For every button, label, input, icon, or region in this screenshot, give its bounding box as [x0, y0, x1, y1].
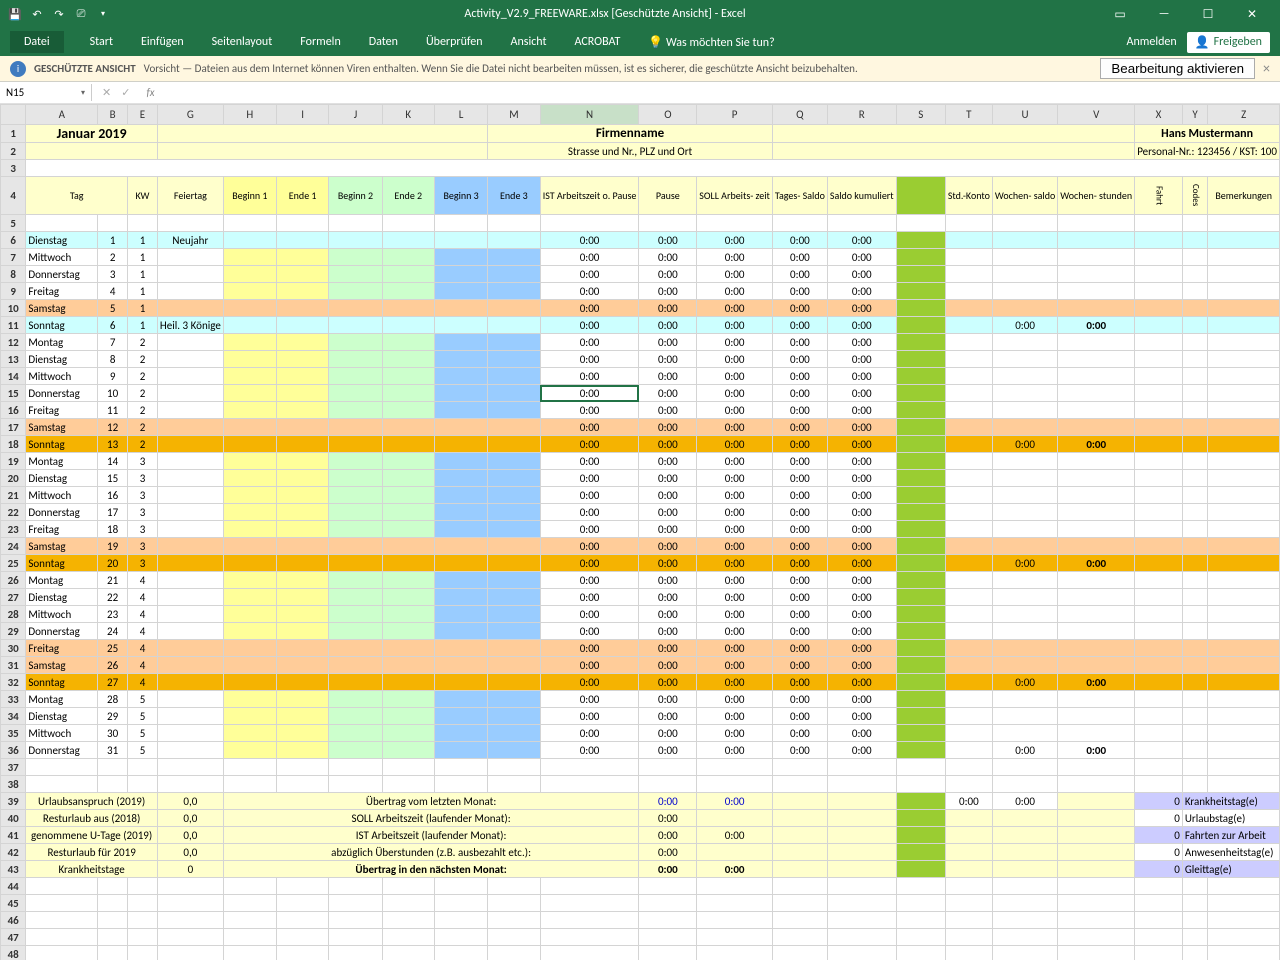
- tell-me[interactable]: 💡 Was möchten Sie tun?: [646, 31, 776, 54]
- person-icon: 👤: [1195, 35, 1210, 50]
- minimize-button[interactable]: —: [1144, 0, 1184, 28]
- chevron-down-icon[interactable]: ▾: [81, 88, 85, 98]
- tab-pagelayout[interactable]: Seitenlayout: [210, 31, 275, 53]
- title-bar: 💾 ↶ ↷ ⎚ ▾ Activity_V2.9_FREEWARE.xlsx [G…: [0, 0, 1280, 28]
- formula-bar-row: N15▾ ✕ ✓ fx: [0, 82, 1280, 104]
- undo-icon[interactable]: ↶: [30, 7, 44, 21]
- maximize-button[interactable]: ☐: [1188, 0, 1228, 28]
- close-button[interactable]: ✕: [1232, 0, 1272, 28]
- spreadsheet-grid[interactable]: ABEGHIJKLMNOPQRSTUVXYZ1Januar 2019Firmen…: [0, 104, 1280, 960]
- window-title: Activity_V2.9_FREEWARE.xlsx [Geschützte …: [110, 7, 1100, 21]
- formula-bar[interactable]: [161, 91, 1280, 95]
- redo-icon[interactable]: ↷: [52, 7, 66, 21]
- tab-view[interactable]: Ansicht: [509, 31, 549, 53]
- shield-icon: i: [10, 61, 26, 77]
- ribbon-options-icon[interactable]: ▭: [1100, 0, 1140, 28]
- tab-formulas[interactable]: Formeln: [298, 31, 342, 53]
- protected-view-label: GESCHÜTZTE ANSICHT: [34, 62, 136, 75]
- share-button[interactable]: 👤 Freigeben: [1187, 32, 1270, 53]
- close-bar-icon[interactable]: ×: [1263, 60, 1270, 77]
- tab-insert[interactable]: Einfügen: [139, 31, 186, 53]
- save-icon[interactable]: 💾: [8, 7, 22, 21]
- tab-acrobat[interactable]: ACROBAT: [573, 31, 623, 53]
- enable-editing-button[interactable]: Bearbeitung aktivieren: [1100, 58, 1255, 79]
- fx-icon[interactable]: fx: [140, 86, 160, 99]
- signin-link[interactable]: Anmelden: [1127, 35, 1177, 49]
- confirm-icon[interactable]: ✓: [121, 86, 130, 99]
- tab-file[interactable]: Datei: [10, 31, 64, 53]
- touch-icon[interactable]: ⎚: [74, 7, 88, 21]
- cancel-icon[interactable]: ✕: [102, 86, 111, 99]
- tab-start[interactable]: Start: [88, 31, 115, 53]
- tab-review[interactable]: Überprüfen: [424, 31, 485, 53]
- name-box[interactable]: N15▾: [0, 84, 92, 101]
- ribbon: Datei Start Einfügen Seitenlayout Formel…: [0, 28, 1280, 56]
- protected-view-bar: i GESCHÜTZTE ANSICHT Vorsicht — Dateien …: [0, 56, 1280, 82]
- qat-more-icon[interactable]: ▾: [96, 7, 110, 21]
- tab-data[interactable]: Daten: [367, 31, 400, 53]
- protected-view-message: Vorsicht — Dateien aus dem Internet könn…: [144, 62, 858, 75]
